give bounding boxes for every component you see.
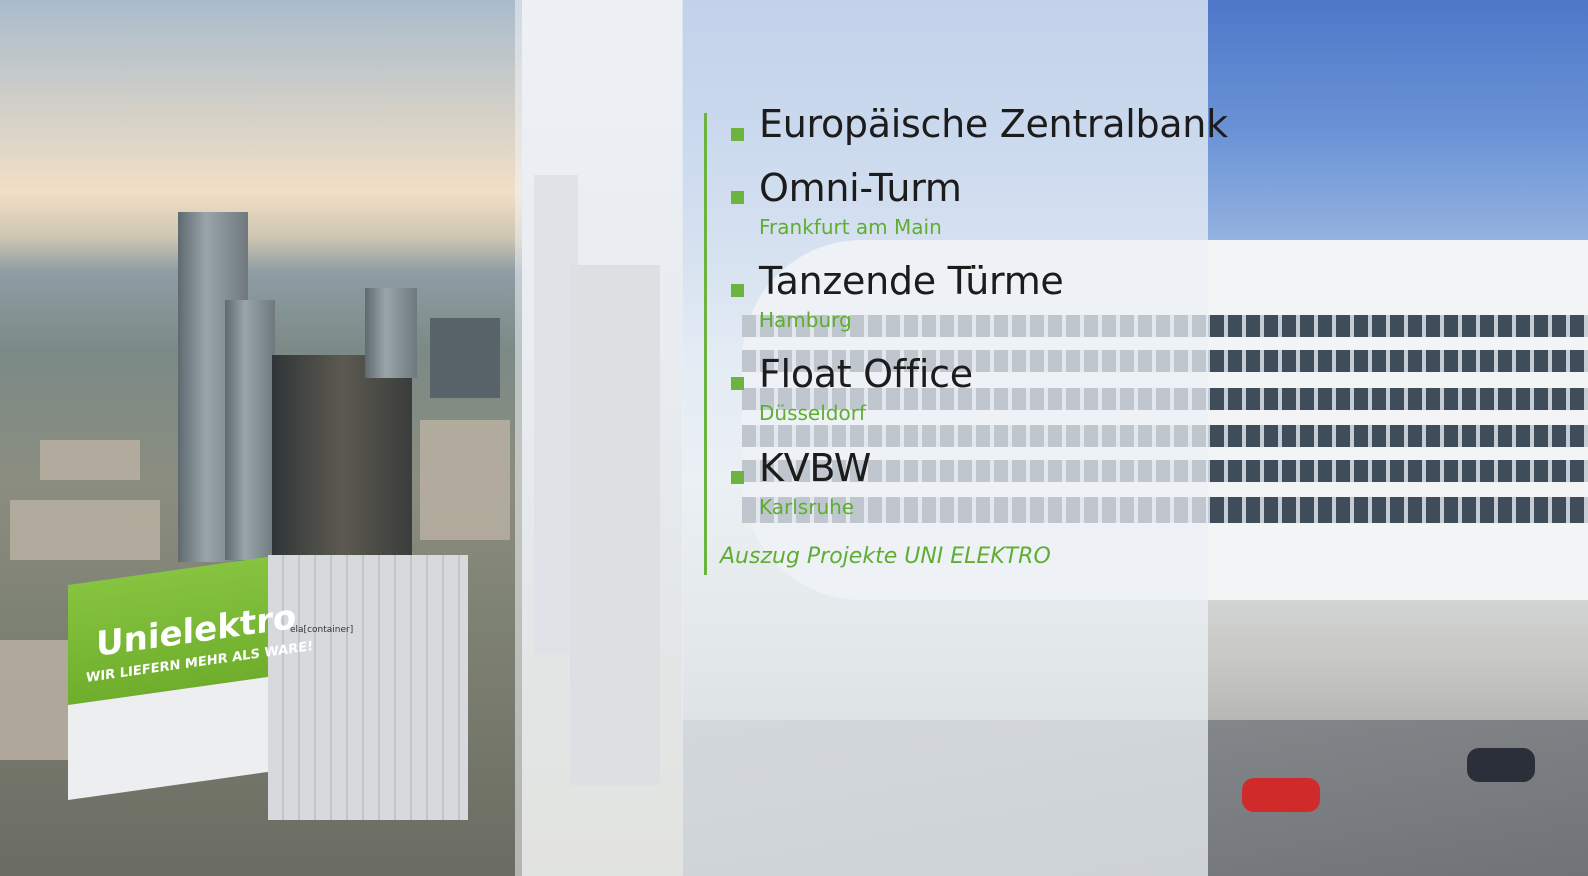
project-list: Europäische Zentralbank Omni-Turm Frankf… — [704, 102, 1228, 575]
frankfurt-skyline-photo: Unielektro WIR LIEFERN MEHR ALS WARE! el… — [0, 0, 522, 876]
square-bullet-icon — [731, 191, 744, 204]
project-location: Karlsruhe — [759, 495, 855, 519]
projects-caption: Auszug Projekte UNI ELEKTRO — [720, 544, 1051, 569]
square-bullet-icon — [731, 128, 744, 141]
project-location: Frankfurt am Main — [759, 215, 942, 239]
unielektro-container: Unielektro WIR LIEFERN MEHR ALS WARE! el… — [68, 555, 468, 830]
square-bullet-icon — [731, 377, 744, 390]
square-bullet-icon — [731, 284, 744, 297]
project-title: Tanzende Türme — [759, 259, 1064, 303]
container-brand-plate: ela[container] — [290, 625, 354, 635]
project-title: Europäische Zentralbank — [759, 102, 1228, 146]
project-location: Hamburg — [759, 308, 852, 332]
square-bullet-icon — [731, 471, 744, 484]
project-location: Düsseldorf — [759, 401, 866, 425]
project-title: Float Office — [759, 352, 973, 396]
project-title: KVBW — [759, 446, 872, 490]
project-title: Omni-Turm — [759, 166, 962, 210]
background-scene: Unielektro WIR LIEFERN MEHR ALS WARE! el… — [0, 0, 1588, 876]
